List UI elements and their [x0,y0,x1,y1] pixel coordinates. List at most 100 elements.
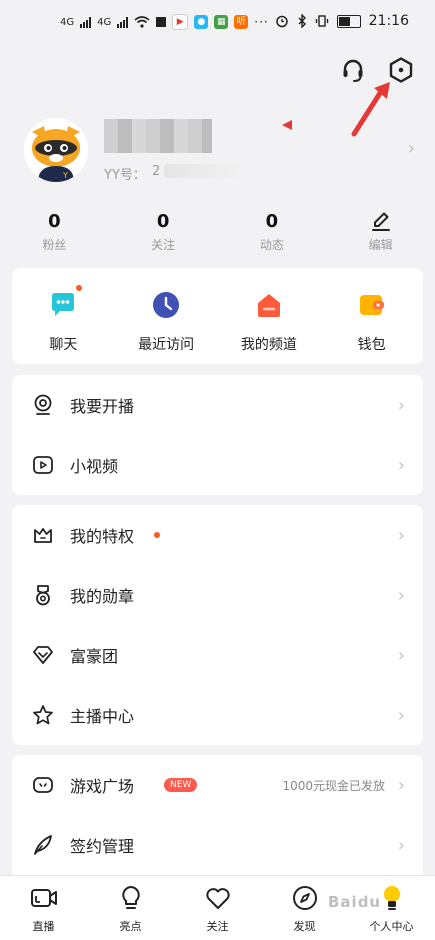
clock-time: 21:16 [368,13,409,29]
quick-recent-label: 最近访问 [138,337,195,353]
stat-following-label: 关注 [151,238,176,252]
signal-1-label: 4G [60,16,75,28]
tab-live-label: 直播 [32,920,55,933]
quick-entry-card: 聊天 最近访问 我的频道 钱包 [12,268,423,364]
status-left: 4G 4G ▶ ● ▦ 听 ··· [60,14,269,30]
quick-channel[interactable]: 我的频道 [218,268,321,364]
menu-item-label: 主播中心 [70,707,135,726]
stat-fans[interactable]: 0 粉丝 [0,210,109,260]
avatar[interactable]: Y [24,118,88,182]
chevron-right-icon: › [397,704,405,726]
settings-hexagon-icon[interactable] [387,56,415,84]
chevron-right-icon: › [397,774,405,796]
menu-item-game-plaza[interactable]: 游戏广场 NEW 1000元现金已发放 › [12,755,423,815]
video-play-icon [33,456,53,474]
edit-label: 编辑 [368,238,393,252]
profile-chevron-icon[interactable]: › [408,138,415,159]
clock-icon [153,292,180,318]
bluetooth-icon [298,14,306,28]
stat-following-count: 0 [156,211,170,232]
chevron-right-icon: › [397,524,405,546]
menu-item-contract[interactable]: 签约管理 › [12,815,423,875]
profile-header[interactable]: Y YY号： 2 [0,112,435,194]
star-icon [33,705,53,725]
menu-item-rich-club[interactable]: 富豪团 › [12,625,423,685]
privilege-new-dot [154,532,160,538]
tab-highlights-label: 亮点 [119,920,142,933]
quick-wallet-label: 钱包 [357,337,386,353]
chevron-right-icon: › [397,394,405,416]
menu-item-start-live[interactable]: 我要开播 › [12,375,423,435]
yy-id-label: YY号： [104,168,146,183]
video-camera-icon [30,889,57,907]
menu-group-3: 游戏广场 NEW 1000元现金已发放 › 签约管理 › [12,755,423,885]
compass-icon [292,886,317,910]
menu-item-medal[interactable]: 我的勋章 › [12,565,423,625]
chat-bubble-icon [52,293,75,316]
signal-2-label: 4G [97,16,112,28]
chat-unread-dot [76,285,82,291]
stat-following[interactable]: 0 关注 [109,210,218,260]
menu-item-label: 签约管理 [70,837,135,856]
menu-item-privilege[interactable]: 我的特权 › [12,505,423,565]
new-badge: NEW [164,778,198,792]
yy-id-mosaic [164,164,244,178]
top-actions [339,56,415,84]
tab-follow[interactable]: 关注 [174,876,261,940]
chevron-right-icon: › [397,584,405,606]
yy-id-value: 2 [152,164,161,179]
chevron-right-icon: › [397,834,405,856]
diamond-icon [33,646,53,664]
menu-item-label: 我的勋章 [70,587,135,606]
tab-highlights[interactable]: 亮点 [87,876,174,940]
username-mosaic [104,119,212,153]
profile-bulb-active-icon [383,886,400,910]
menu-item-label: 小视频 [70,457,119,476]
edit-profile-button[interactable]: 编辑 [326,210,435,260]
lightbulb-icon [121,886,140,909]
headset-service-icon[interactable] [339,56,367,84]
stat-posts-count: 0 [265,211,279,232]
stat-fans-count: 0 [48,211,61,232]
annotation-triangle-icon [282,120,292,130]
menu-item-anchor-center[interactable]: 主播中心 › [12,685,423,745]
crown-icon [34,528,52,543]
app-icon-listen: 听 [234,15,249,29]
feather-quill-icon [34,835,52,855]
quick-recent[interactable]: 最近访问 [115,268,218,364]
status-right: 21:16 [275,13,409,29]
quick-chat[interactable]: 聊天 [12,268,115,364]
signal-icon [117,16,129,28]
menu-item-short-video[interactable]: 小视频 › [12,435,423,495]
alarm-icon [275,15,288,28]
wallet-icon [359,295,384,315]
home-channel-icon [257,294,280,317]
more-dots-icon: ··· [254,15,269,29]
wifi-icon [134,16,150,28]
menu-item-label: 我要开播 [70,397,135,416]
svg-text:Y: Y [62,171,68,180]
stat-posts-label: 动态 [259,238,284,252]
app-icon: ▦ [214,15,229,29]
vibrate-icon [315,15,328,27]
chevron-right-icon: › [397,644,405,666]
menu-item-label: 我的特权 [70,527,135,546]
game-promo-text: 1000元现金已发放 [282,778,385,793]
gamepad-icon [33,777,53,793]
chevron-right-icon: › [397,454,405,476]
tab-follow-label: 关注 [206,920,229,933]
quick-channel-label: 我的频道 [240,337,297,353]
tab-live[interactable]: 直播 [0,876,87,940]
quick-chat-label: 聊天 [49,337,78,353]
quick-wallet[interactable]: 钱包 [320,268,423,364]
tab-discover-label: 发现 [293,920,316,933]
battery-icon [336,14,361,28]
stat-posts[interactable]: 0 动态 [218,210,327,260]
menu-group-1: 我要开播 › 小视频 › [12,375,423,495]
heart-icon [205,888,230,909]
stat-fans-label: 粉丝 [42,238,67,252]
stop-icon [156,17,167,27]
status-bar: 4G 4G ▶ ● ▦ 听 ··· 21:16 [0,0,435,46]
edit-pen-wrap [326,210,435,234]
app-icon: ▶ [172,14,189,30]
